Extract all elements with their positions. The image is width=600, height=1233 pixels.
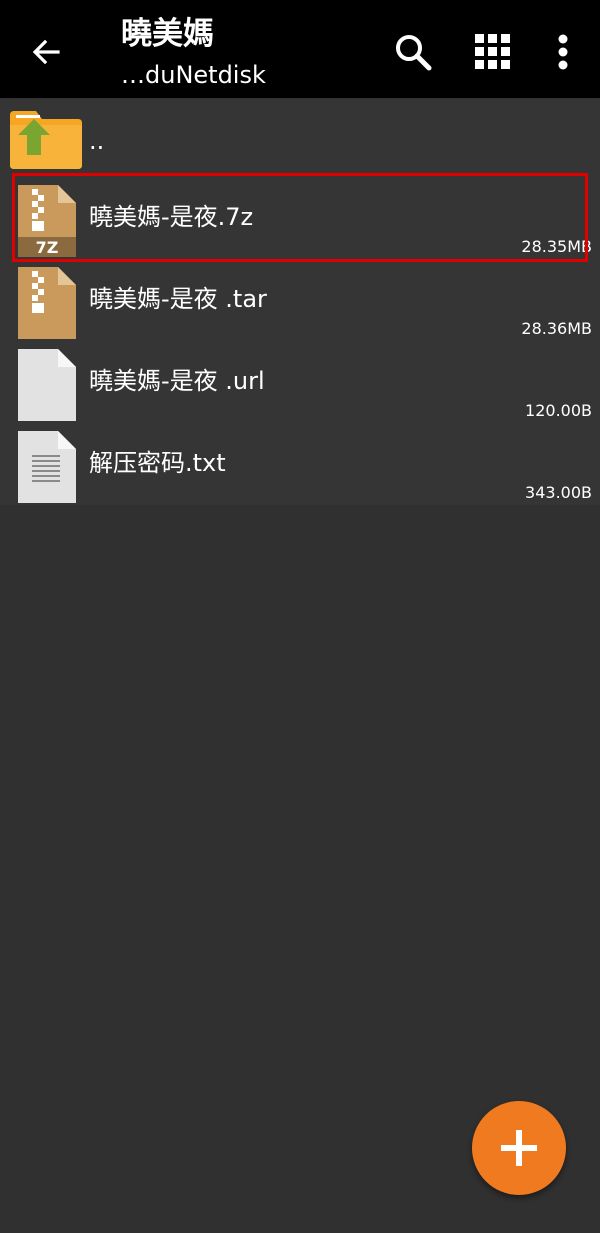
folder-path: …duNetdisk <box>121 61 266 89</box>
back-arrow-icon <box>32 39 60 65</box>
back-button[interactable] <box>22 28 70 76</box>
file-size: 28.35MB <box>521 237 592 256</box>
file-name: 曉美媽-是夜 .tar <box>89 285 267 313</box>
file-size: 343.00B <box>525 483 592 502</box>
list-item-url-file[interactable]: 曉美媽-是夜 .url 120.00B <box>0 343 600 425</box>
more-options-button[interactable] <box>539 28 587 76</box>
list-item-7z-archive[interactable]: 7Z 曉美媽-是夜.7z 28.35MB <box>0 179 600 261</box>
list-item-tar-archive[interactable]: 曉美媽-是夜 .tar 28.36MB <box>0 261 600 343</box>
file-list: .. 7Z 曉美媽-是夜.7z 28.35MB 曉美媽-是夜 .tar 28.3… <box>0 99 600 505</box>
archive-7z-icon: 7Z <box>18 185 76 257</box>
text-file-icon <box>18 431 76 503</box>
file-name: .. <box>89 127 105 155</box>
more-vert-icon <box>558 34 568 70</box>
folder-title: 曉美媽 <box>121 16 214 52</box>
archive-icon <box>18 267 76 339</box>
file-name: 曉美媽-是夜 .url <box>89 367 265 395</box>
grid-view-icon <box>475 34 510 69</box>
archive-badge: 7Z <box>36 238 59 257</box>
list-item-parent-folder[interactable]: .. <box>0 99 600 181</box>
file-icon <box>18 349 76 421</box>
folder-up-icon <box>10 111 82 169</box>
search-button[interactable] <box>389 28 437 76</box>
grid-view-button[interactable] <box>469 28 517 76</box>
add-fab-button[interactable] <box>472 1101 566 1195</box>
file-size: 120.00B <box>525 401 592 420</box>
app-bar: 曉美媽 …duNetdisk <box>0 0 600 98</box>
search-icon <box>396 35 432 71</box>
file-size: 28.36MB <box>521 319 592 338</box>
list-item-text-file[interactable]: 解压密码.txt 343.00B <box>0 425 600 507</box>
file-name: 解压密码.txt <box>89 449 226 477</box>
plus-icon <box>501 1130 537 1166</box>
file-name: 曉美媽-是夜.7z <box>89 203 254 231</box>
